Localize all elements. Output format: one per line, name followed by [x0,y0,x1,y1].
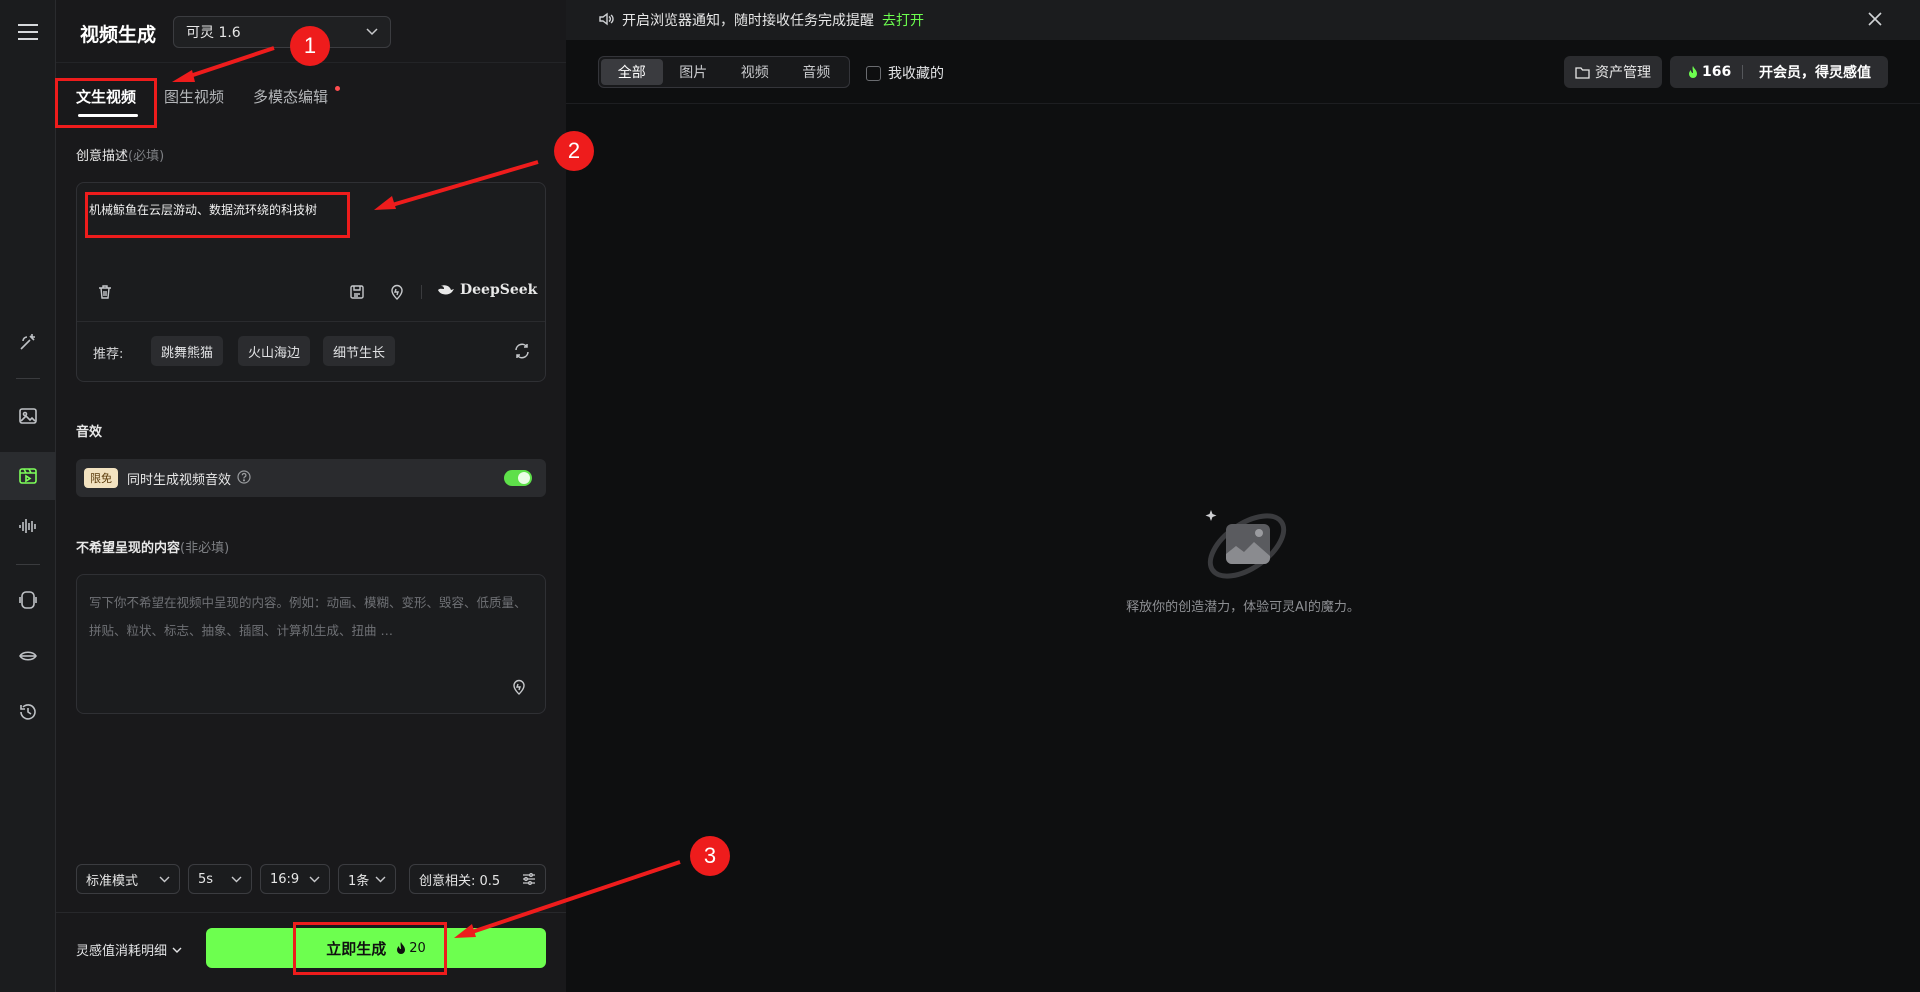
model-select-value: 可灵 1.6 [186,25,241,41]
save-prompt-icon[interactable] [347,282,367,302]
cost-detail-link[interactable]: 灵感值消耗明细 [76,940,182,959]
video-icon[interactable] [0,452,56,500]
image-icon[interactable] [0,396,56,436]
annotation-box-generate [293,922,447,975]
empty-state-text: 释放你的创造潜力，体验可灵AI的魔力。 [1126,600,1360,615]
ratio-select[interactable]: 16:9 [260,864,330,894]
refresh-icon[interactable] [513,342,531,364]
asset-filter-tabs: 全部 图片 视频 音频 [598,56,850,88]
annotation-box-tab [55,78,157,128]
filter-tab-all[interactable]: 全部 [601,59,663,85]
filter-tab-videos[interactable]: 视频 [724,59,786,85]
credits-value: 166 [1702,64,1732,80]
chevron-down-icon [366,28,378,36]
page-title: 视频生成 [80,24,157,46]
filter-tab-images[interactable]: 图片 [663,59,725,85]
recommend-chip[interactable]: 火山海边 [238,336,311,366]
prompt-required-hint: (必填) [128,149,165,164]
sliders-icon [523,873,535,885]
magic-brush-icon[interactable] [0,322,56,362]
empty-state-illustration [1202,502,1288,584]
free-badge: 限免 [84,468,118,488]
whale-icon [438,285,454,295]
sound-effect-text: 同时生成视频音效 [127,472,232,488]
tab-image-to-video[interactable]: 图生视频 [164,86,224,107]
prompt-label-text: 创意描述 [76,149,129,164]
count-value: 1条 [348,873,370,889]
tab-multimodal-edit[interactable]: 多模态编辑 [253,86,328,107]
deepseek-label: DeepSeek [460,282,538,298]
asset-management-label: 资产管理 [1595,65,1651,81]
speaker-icon [598,11,614,31]
sound-label: 音效 [76,425,103,440]
pin-icon[interactable] [511,679,527,699]
lip-sync-icon[interactable] [0,636,56,676]
prompt-label: 创意描述(必填) [76,145,164,164]
cost-detail-label: 灵感值消耗明细 [76,944,168,959]
folder-icon [1575,66,1590,79]
model-select[interactable]: 可灵 1.6 [173,16,391,48]
negative-label-text: 不希望呈现的内容 [76,541,181,556]
creativity-value: 创意相关: 0.5 [419,873,501,889]
negative-optional-hint: (非必填) [180,541,230,556]
settings-panel: 视频生成 可灵 1.6 文生视频 图生视频 多模态编辑 创意描述(必填) 机械鲸… [56,0,566,992]
ratio-value: 16:9 [270,871,300,887]
negative-label: 不希望呈现的内容(非必填) [76,537,229,556]
enable-notifications-link[interactable]: 去打开 [882,10,924,30]
annotation-marker: 2 [554,131,594,171]
filter-tab-audio[interactable]: 音频 [786,59,848,85]
help-icon[interactable] [237,469,251,488]
close-icon[interactable] [1866,10,1884,32]
left-rail [0,0,56,992]
membership-button[interactable]: 166 开会员，得灵感值 [1670,56,1888,88]
prompt-toolbar: DeepSeek [77,277,545,307]
recommend-label: 推荐: [93,347,124,362]
favorites-filter[interactable]: 我收藏的 [866,63,944,83]
avatar-icon[interactable] [0,580,56,620]
pin-icon[interactable] [387,282,407,302]
sound-effect-toggle[interactable] [504,470,532,486]
negative-prompt-input[interactable]: 写下你不希望在视频中呈现的内容。例如：动画、模糊、变形、毁容、低质量、拼贴、粒状… [76,574,546,714]
flame-icon [1689,66,1697,78]
creativity-setting[interactable]: 创意相关: 0.5 [409,864,546,894]
notification-banner: 开启浏览器通知，随时接收任务完成提醒 去打开 [566,0,1920,40]
chevron-down-icon [375,876,386,882]
duration-select[interactable]: 5s [188,864,252,894]
chevron-down-icon [231,876,242,882]
deepseek-button[interactable]: DeepSeek [437,282,537,298]
favorites-label: 我收藏的 [888,66,944,82]
sound-effect-row: 限免 同时生成视频音效 [76,459,546,497]
menu-icon[interactable] [0,12,56,52]
mode-select[interactable]: 标准模式 [76,864,180,894]
negative-placeholder: 写下你不希望在视频中呈现的内容。例如：动画、模糊、变形、毁容、低质量、拼贴、粒状… [89,595,527,638]
recommend-chip[interactable]: 跳舞熊猫 [151,336,224,366]
history-icon[interactable] [0,692,56,732]
chevron-down-icon [172,947,182,953]
main-area: 开启浏览器通知，随时接收任务完成提醒 去打开 全部 图片 视频 音频 我收藏的 … [566,0,1920,992]
chevron-down-icon [159,876,170,882]
favorites-checkbox[interactable] [866,65,881,81]
chevron-down-icon [309,876,320,882]
annotation-marker: 3 [690,836,730,876]
duration-value: 5s [198,871,214,887]
trash-icon[interactable] [95,282,115,302]
annotation-box-prompt [85,192,350,238]
asset-management-button[interactable]: 资产管理 [1564,56,1662,88]
annotation-marker: 1 [290,26,330,66]
notice-text: 开启浏览器通知，随时接收任务完成提醒 [622,13,874,29]
recommend-chip[interactable]: 细节生长 [323,336,396,366]
count-select[interactable]: 1条 [338,864,396,894]
credits-balance: 166 [1670,64,1742,80]
membership-label: 开会员，得灵感值 [1759,65,1871,81]
toolbar-divider [421,285,422,299]
prompt-divider [77,321,545,322]
audio-wave-icon[interactable] [0,506,56,546]
mode-value: 标准模式 [86,873,139,889]
new-badge-dot [335,86,340,91]
